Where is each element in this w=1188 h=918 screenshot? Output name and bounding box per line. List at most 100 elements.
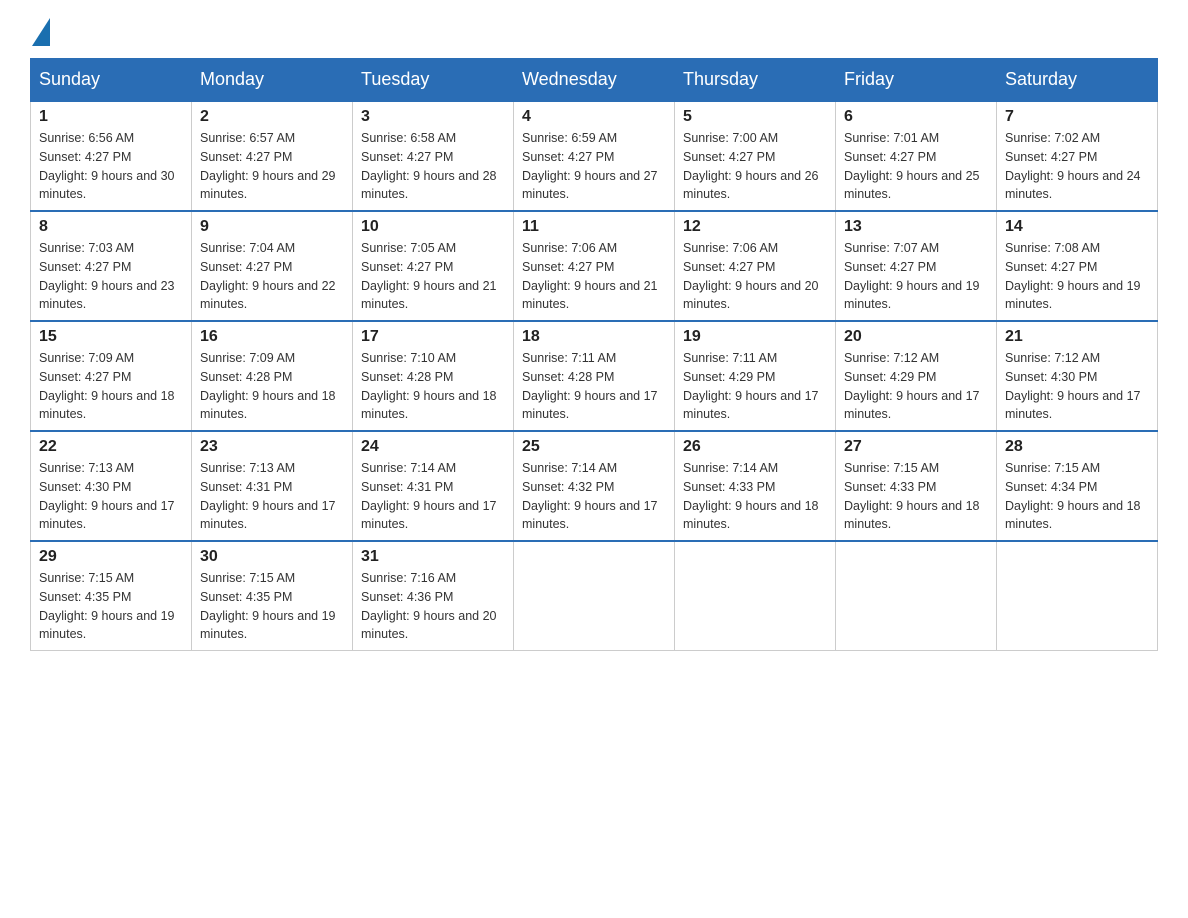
- calendar-cell: 24 Sunrise: 7:14 AMSunset: 4:31 PMDaylig…: [353, 431, 514, 541]
- calendar-cell: 13 Sunrise: 7:07 AMSunset: 4:27 PMDaylig…: [836, 211, 997, 321]
- week-row-1: 1 Sunrise: 6:56 AMSunset: 4:27 PMDayligh…: [31, 101, 1158, 211]
- calendar-cell: [997, 541, 1158, 651]
- calendar-cell: 18 Sunrise: 7:11 AMSunset: 4:28 PMDaylig…: [514, 321, 675, 431]
- calendar-cell: 1 Sunrise: 6:56 AMSunset: 4:27 PMDayligh…: [31, 101, 192, 211]
- calendar-cell: 20 Sunrise: 7:12 AMSunset: 4:29 PMDaylig…: [836, 321, 997, 431]
- week-row-4: 22 Sunrise: 7:13 AMSunset: 4:30 PMDaylig…: [31, 431, 1158, 541]
- calendar-cell: 31 Sunrise: 7:16 AMSunset: 4:36 PMDaylig…: [353, 541, 514, 651]
- weekday-header-friday: Friday: [836, 59, 997, 102]
- day-info: Sunrise: 7:01 AMSunset: 4:27 PMDaylight:…: [844, 131, 980, 201]
- day-info: Sunrise: 7:00 AMSunset: 4:27 PMDaylight:…: [683, 131, 819, 201]
- weekday-header-row: SundayMondayTuesdayWednesdayThursdayFrid…: [31, 59, 1158, 102]
- calendar-cell: 10 Sunrise: 7:05 AMSunset: 4:27 PMDaylig…: [353, 211, 514, 321]
- weekday-header-saturday: Saturday: [997, 59, 1158, 102]
- calendar-cell: 11 Sunrise: 7:06 AMSunset: 4:27 PMDaylig…: [514, 211, 675, 321]
- day-info: Sunrise: 7:03 AMSunset: 4:27 PMDaylight:…: [39, 241, 175, 311]
- day-number: 10: [361, 218, 505, 236]
- day-number: 30: [200, 548, 344, 566]
- day-number: 23: [200, 438, 344, 456]
- day-info: Sunrise: 7:08 AMSunset: 4:27 PMDaylight:…: [1005, 241, 1141, 311]
- calendar-cell: [836, 541, 997, 651]
- weekday-header-monday: Monday: [192, 59, 353, 102]
- calendar-cell: 14 Sunrise: 7:08 AMSunset: 4:27 PMDaylig…: [997, 211, 1158, 321]
- day-info: Sunrise: 7:07 AMSunset: 4:27 PMDaylight:…: [844, 241, 980, 311]
- day-number: 21: [1005, 328, 1149, 346]
- calendar-cell: 5 Sunrise: 7:00 AMSunset: 4:27 PMDayligh…: [675, 101, 836, 211]
- calendar-cell: 7 Sunrise: 7:02 AMSunset: 4:27 PMDayligh…: [997, 101, 1158, 211]
- day-number: 15: [39, 328, 183, 346]
- calendar-cell: 8 Sunrise: 7:03 AMSunset: 4:27 PMDayligh…: [31, 211, 192, 321]
- day-info: Sunrise: 6:58 AMSunset: 4:27 PMDaylight:…: [361, 131, 497, 201]
- calendar-cell: 2 Sunrise: 6:57 AMSunset: 4:27 PMDayligh…: [192, 101, 353, 211]
- day-number: 28: [1005, 438, 1149, 456]
- day-info: Sunrise: 6:59 AMSunset: 4:27 PMDaylight:…: [522, 131, 658, 201]
- weekday-header-thursday: Thursday: [675, 59, 836, 102]
- day-info: Sunrise: 7:15 AMSunset: 4:35 PMDaylight:…: [200, 571, 336, 641]
- week-row-5: 29 Sunrise: 7:15 AMSunset: 4:35 PMDaylig…: [31, 541, 1158, 651]
- day-info: Sunrise: 7:13 AMSunset: 4:30 PMDaylight:…: [39, 461, 175, 531]
- logo-triangle-icon: [32, 18, 50, 46]
- day-number: 26: [683, 438, 827, 456]
- week-row-3: 15 Sunrise: 7:09 AMSunset: 4:27 PMDaylig…: [31, 321, 1158, 431]
- logo: [30, 20, 50, 48]
- day-info: Sunrise: 7:09 AMSunset: 4:28 PMDaylight:…: [200, 351, 336, 421]
- day-number: 20: [844, 328, 988, 346]
- calendar-cell: 6 Sunrise: 7:01 AMSunset: 4:27 PMDayligh…: [836, 101, 997, 211]
- calendar-cell: [514, 541, 675, 651]
- day-number: 1: [39, 108, 183, 126]
- calendar-cell: 9 Sunrise: 7:04 AMSunset: 4:27 PMDayligh…: [192, 211, 353, 321]
- day-info: Sunrise: 7:12 AMSunset: 4:30 PMDaylight:…: [1005, 351, 1141, 421]
- calendar-cell: 4 Sunrise: 6:59 AMSunset: 4:27 PMDayligh…: [514, 101, 675, 211]
- calendar-cell: 15 Sunrise: 7:09 AMSunset: 4:27 PMDaylig…: [31, 321, 192, 431]
- day-info: Sunrise: 7:12 AMSunset: 4:29 PMDaylight:…: [844, 351, 980, 421]
- day-number: 3: [361, 108, 505, 126]
- calendar-cell: 12 Sunrise: 7:06 AMSunset: 4:27 PMDaylig…: [675, 211, 836, 321]
- calendar-cell: 26 Sunrise: 7:14 AMSunset: 4:33 PMDaylig…: [675, 431, 836, 541]
- calendar-cell: 28 Sunrise: 7:15 AMSunset: 4:34 PMDaylig…: [997, 431, 1158, 541]
- day-number: 22: [39, 438, 183, 456]
- day-number: 13: [844, 218, 988, 236]
- day-info: Sunrise: 7:14 AMSunset: 4:32 PMDaylight:…: [522, 461, 658, 531]
- day-number: 27: [844, 438, 988, 456]
- day-info: Sunrise: 7:16 AMSunset: 4:36 PMDaylight:…: [361, 571, 497, 641]
- day-info: Sunrise: 7:06 AMSunset: 4:27 PMDaylight:…: [683, 241, 819, 311]
- day-number: 7: [1005, 108, 1149, 126]
- day-number: 29: [39, 548, 183, 566]
- calendar-cell: [675, 541, 836, 651]
- day-info: Sunrise: 7:14 AMSunset: 4:33 PMDaylight:…: [683, 461, 819, 531]
- day-number: 2: [200, 108, 344, 126]
- day-info: Sunrise: 7:13 AMSunset: 4:31 PMDaylight:…: [200, 461, 336, 531]
- calendar-cell: 16 Sunrise: 7:09 AMSunset: 4:28 PMDaylig…: [192, 321, 353, 431]
- day-info: Sunrise: 7:11 AMSunset: 4:28 PMDaylight:…: [522, 351, 658, 421]
- day-info: Sunrise: 7:04 AMSunset: 4:27 PMDaylight:…: [200, 241, 336, 311]
- calendar-table: SundayMondayTuesdayWednesdayThursdayFrid…: [30, 58, 1158, 651]
- calendar-cell: 25 Sunrise: 7:14 AMSunset: 4:32 PMDaylig…: [514, 431, 675, 541]
- day-number: 17: [361, 328, 505, 346]
- calendar-cell: 29 Sunrise: 7:15 AMSunset: 4:35 PMDaylig…: [31, 541, 192, 651]
- day-number: 14: [1005, 218, 1149, 236]
- day-info: Sunrise: 7:05 AMSunset: 4:27 PMDaylight:…: [361, 241, 497, 311]
- day-number: 24: [361, 438, 505, 456]
- weekday-header-wednesday: Wednesday: [514, 59, 675, 102]
- day-number: 9: [200, 218, 344, 236]
- weekday-header-sunday: Sunday: [31, 59, 192, 102]
- calendar-cell: 21 Sunrise: 7:12 AMSunset: 4:30 PMDaylig…: [997, 321, 1158, 431]
- day-info: Sunrise: 7:10 AMSunset: 4:28 PMDaylight:…: [361, 351, 497, 421]
- day-number: 6: [844, 108, 988, 126]
- day-info: Sunrise: 7:02 AMSunset: 4:27 PMDaylight:…: [1005, 131, 1141, 201]
- day-number: 5: [683, 108, 827, 126]
- calendar-cell: 17 Sunrise: 7:10 AMSunset: 4:28 PMDaylig…: [353, 321, 514, 431]
- day-number: 8: [39, 218, 183, 236]
- page-header: [30, 20, 1158, 48]
- day-number: 19: [683, 328, 827, 346]
- day-info: Sunrise: 7:09 AMSunset: 4:27 PMDaylight:…: [39, 351, 175, 421]
- day-number: 25: [522, 438, 666, 456]
- calendar-cell: 3 Sunrise: 6:58 AMSunset: 4:27 PMDayligh…: [353, 101, 514, 211]
- calendar-cell: 23 Sunrise: 7:13 AMSunset: 4:31 PMDaylig…: [192, 431, 353, 541]
- day-number: 31: [361, 548, 505, 566]
- day-number: 11: [522, 218, 666, 236]
- day-number: 4: [522, 108, 666, 126]
- day-info: Sunrise: 6:57 AMSunset: 4:27 PMDaylight:…: [200, 131, 336, 201]
- day-number: 12: [683, 218, 827, 236]
- calendar-cell: 27 Sunrise: 7:15 AMSunset: 4:33 PMDaylig…: [836, 431, 997, 541]
